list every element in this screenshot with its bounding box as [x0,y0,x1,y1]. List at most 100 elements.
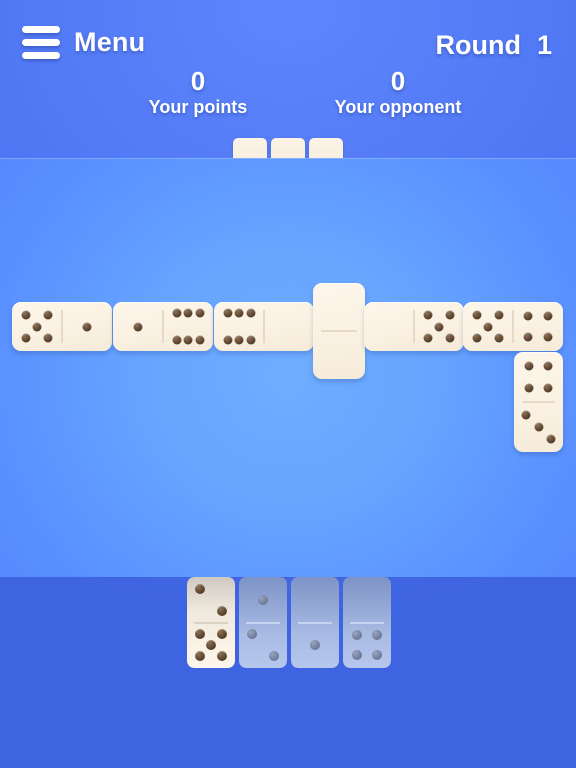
pip [206,640,216,651]
domino-half-b [514,402,563,452]
pip [216,629,227,640]
pip [247,629,258,640]
pip [195,308,204,318]
pip [195,335,204,345]
pip [234,335,244,345]
pip [352,630,363,641]
pip [423,333,433,343]
pip [445,333,455,343]
pip [543,311,553,321]
round-label: Round [435,30,521,60]
hand-tile-3[interactable] [291,577,339,668]
domino-half-a [214,302,264,351]
domino-half-b [414,302,464,351]
player-hand [187,577,391,668]
player-score-caption: Your points [148,97,248,118]
opponent-score-caption: Your opponent [334,97,462,118]
pip [21,310,31,320]
pip [43,333,53,343]
pip [216,651,227,662]
pip [494,333,504,343]
board-tile-6[interactable] [463,302,563,351]
pip [195,583,206,594]
pip [195,629,206,640]
domino-half-a [364,302,414,351]
domino-half-b [187,623,235,669]
pip [523,332,533,342]
game-screen: Menu Round 1 0 Your points 0 Your oppone… [0,0,576,768]
pip [183,335,193,345]
pip [371,630,382,641]
pip [172,308,181,318]
pip [523,311,533,321]
pip [234,308,244,318]
domino-half-a [12,302,62,351]
pip [352,650,363,661]
domino-half-b [513,302,563,351]
pip [246,335,255,345]
pip [543,383,553,393]
pip [472,310,482,320]
pip [371,650,382,661]
pip [434,322,444,331]
pip [172,335,181,345]
top-bar: Menu Round 1 0 Your points 0 Your oppone… [0,0,576,158]
pip [310,640,320,651]
playfield[interactable] [0,158,576,577]
pip [521,410,531,420]
domino-half-b [313,331,365,379]
domino-half-b [239,623,287,669]
domino-half-a [313,283,365,331]
pip [423,310,433,320]
pip [183,308,193,318]
board-tile-5[interactable] [364,302,464,351]
domino-half-b [291,623,339,669]
board-tile-3[interactable] [214,302,314,351]
domino-half-b [163,302,213,351]
opponent-score: 0 Your opponent [310,67,486,118]
domino-half-b [264,302,314,351]
hamburger-icon [22,26,60,59]
player-hand-area [0,577,576,768]
board-tile-2[interactable] [113,302,213,351]
board-tile-1[interactable] [12,302,112,351]
pip [472,333,482,343]
round-indicator: Round 1 [435,30,552,61]
pip [445,310,455,320]
hand-tile-4[interactable] [343,577,391,668]
pip [543,332,553,342]
domino-half-a [113,302,163,351]
pip [223,335,232,345]
domino-half-b [62,302,112,351]
pip [483,322,493,331]
pip [43,310,53,320]
pip [258,594,268,605]
pip [524,361,534,371]
pip [223,308,232,318]
pip [32,322,42,331]
pip [494,310,504,320]
pip [246,308,255,318]
board-tile-7[interactable] [514,352,563,452]
pip [268,651,279,662]
player-score: 0 Your points [110,66,286,118]
menu-button[interactable]: Menu [22,26,145,59]
domino-half-a [343,577,391,623]
board-tile-4[interactable] [313,283,365,379]
pip [216,605,227,616]
pip [82,322,92,331]
pip [524,383,534,393]
hand-tile-1[interactable] [187,577,235,668]
domino-half-b [343,623,391,669]
pip [534,422,543,432]
domino-half-a [514,352,563,402]
player-score-value: 0 [190,66,206,96]
pip [195,651,206,662]
menu-button-label: Menu [74,27,146,57]
domino-half-a [291,577,339,623]
domino-half-a [239,577,287,623]
pip [133,322,143,331]
hand-tile-2[interactable] [239,577,287,668]
domino-half-a [187,577,235,623]
domino-half-a [463,302,513,351]
